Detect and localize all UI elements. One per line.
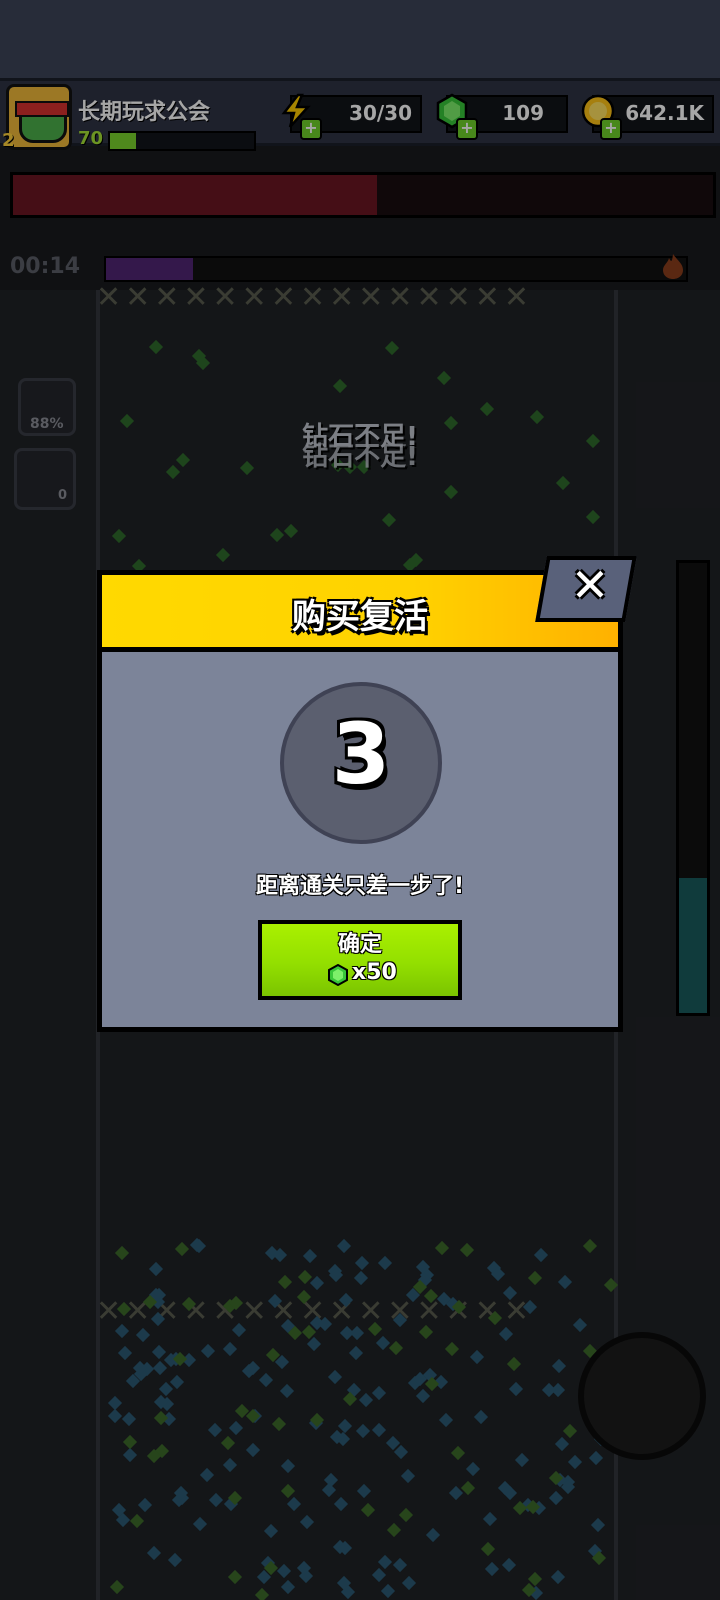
green-gem-icon bbox=[328, 964, 348, 986]
close-icon[interactable]: ✕ bbox=[560, 558, 620, 612]
countdown-number: 3 bbox=[331, 705, 391, 803]
game-screen: 2 长期玩求公会 70 30/30 + 109 + 642.1K + 00:14 bbox=[0, 0, 720, 1600]
confirm-cost[interactable]: x50 bbox=[352, 960, 397, 985]
dialog-message: 距离通关只差一步了! bbox=[255, 874, 465, 899]
confirm-label[interactable]: 确定 bbox=[258, 926, 462, 958]
